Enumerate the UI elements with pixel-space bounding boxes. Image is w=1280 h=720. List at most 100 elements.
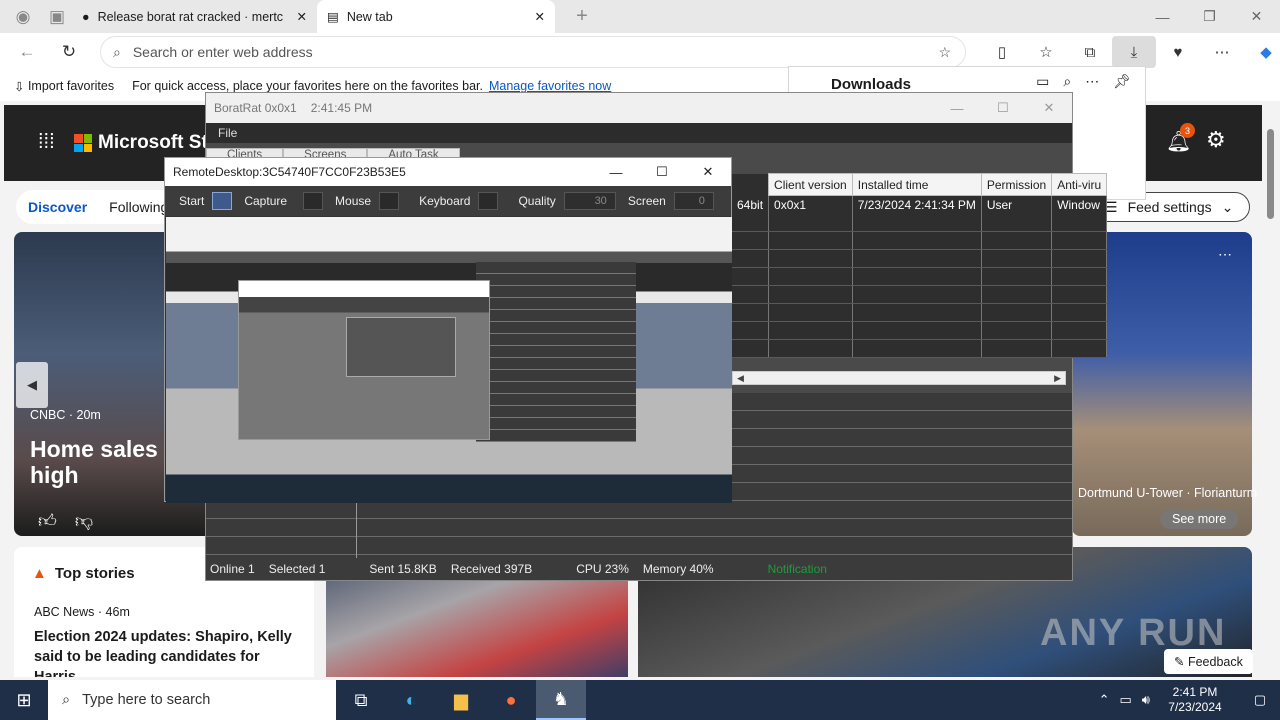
page-scrollbar[interactable] [1262,101,1280,677]
windows-start-icon[interactable]: ⊞ [0,680,48,720]
firefox-icon[interactable]: ● [486,680,536,720]
table-row [732,213,1108,232]
open-folder-icon[interactable]: ▭ [1036,73,1049,90]
import-favorites-link[interactable]: Import favorites [28,79,114,93]
top-stories-heading: ▲ Top stories [32,565,135,582]
cell-permission: User [981,195,1053,214]
address-input[interactable]: ⌕ Search or enter web address ☆ [100,36,966,68]
capture-toggle[interactable] [303,192,324,210]
tab-new-tab[interactable]: ▤ New tab ✕ [317,0,555,33]
more-options-icon[interactable]: ⋯ [1218,246,1232,263]
rd-title: RemoteDesktop:3C54740F7CC0F23B53E5 [173,165,406,179]
see-more-button[interactable]: See more [1160,509,1239,529]
taskbar-search[interactable]: ⌕ Type here to search [48,680,336,720]
table-row[interactable]: 64bit 0x0x1 7/23/2024 2:41:34 PM User Wi… [732,195,1108,214]
edge-icon[interactable]: ◐ [386,680,436,720]
capture-label: Capture [244,194,288,208]
network-icon[interactable]: ▭ [1120,692,1132,708]
address-placeholder: Search or enter web address [132,44,313,60]
screen-stepper[interactable]: 0 [673,192,714,210]
chevron-down-icon: ⌄ [1221,198,1234,215]
menu-file[interactable]: File [218,126,237,140]
collections-icon[interactable]: ⧉ [1068,44,1112,61]
volume-icon[interactable]: 🔊︎ [1142,692,1150,708]
keyboard-label: Keyboard [419,194,471,208]
col-client-version[interactable]: Client version [768,173,853,196]
apps-launcher-icon[interactable]: ⁞⁞⁞ [38,131,55,154]
clients-table: Client version Installed time Permission… [732,173,1108,358]
notification-center-icon[interactable]: ▢ [1240,692,1280,708]
feedback-icon: ✎ [1174,655,1188,669]
newtab-icon: ▤ [327,10,339,24]
mouse-toggle[interactable] [379,192,400,210]
pin-icon[interactable]: 📌︎ [1113,73,1131,90]
quality-label: Quality [518,194,556,208]
back-button[interactable]: ← [12,37,42,67]
col-prefix[interactable] [732,173,769,196]
favorites-icon[interactable]: ☆ [1024,43,1068,61]
story-title[interactable]: Election 2024 updates: Shapiro, Kelly sa… [34,627,304,677]
carousel-prev-button[interactable]: ◀ [16,362,48,408]
story-source: ABC News · 46m [34,605,130,619]
quality-stepper[interactable]: 30 [563,192,616,210]
system-clock[interactable]: 2:41 PM 7/23/2024 [1160,685,1230,715]
minimize-button[interactable]: — [1139,0,1186,33]
notification-badge: 3 [1180,123,1195,138]
import-icon: ⇩ [14,79,28,94]
cell-installed-time: 7/23/2024 2:41:34 PM [852,195,982,214]
close-button[interactable]: ✕ [685,158,731,186]
tab-discover[interactable]: Discover [28,199,87,215]
tab-github[interactable]: ● Release borat rat cracked · mertc ✕ [72,0,317,33]
favorite-star-icon[interactable]: ☆ [938,44,951,61]
hero-right-caption: Dortmund U-Tower · Florianturm · Museum … [1078,486,1262,500]
settings-gear-icon[interactable]: ⚙ [1206,127,1226,153]
close-button[interactable]: ✕ [1026,93,1072,123]
thumbs-up-icon[interactable]: 👍︎ [38,510,57,532]
refresh-button[interactable]: ↻ [54,37,84,67]
file-explorer-icon[interactable]: ▆ [436,680,486,720]
more-menu-icon[interactable]: ⋯ [1200,43,1244,61]
thumbs-down-icon[interactable]: 👎︎ [75,510,93,532]
start-toggle[interactable] [212,192,233,210]
table-row [732,321,1108,340]
minimize-button[interactable]: — [593,158,639,186]
tab-title: Release borat rat cracked · mertc [97,9,284,24]
col-permission[interactable]: Permission [980,173,1053,196]
remote-screen-view[interactable] [166,217,732,503]
rat-menubar: File [206,123,1072,143]
chevron-up-icon[interactable]: ⌃ [1099,692,1110,708]
tab-following[interactable]: Following [109,199,168,215]
cell-os: 64bit [732,195,770,214]
close-window-button[interactable]: ✕ [1233,0,1280,33]
copilot-icon[interactable]: ◆ [1244,43,1280,61]
favorites-hint: For quick access, place your favorites h… [132,79,483,93]
profile-icon[interactable]: ◉ [8,2,38,32]
minimize-button[interactable]: — [934,93,980,123]
task-view-icon[interactable]: ⧉ [336,680,386,720]
scroll-left-icon[interactable]: ◀ [737,373,744,384]
horizontal-scrollbar[interactable]: ◀ ▶ [732,371,1066,385]
split-screen-icon[interactable]: ▯ [980,43,1024,61]
status-received: Received 397B [450,562,533,576]
close-tab-icon[interactable]: ✕ [297,9,307,24]
maximize-button[interactable]: ☐ [639,158,685,186]
manage-favorites-link[interactable]: Manage favorites now [489,79,611,93]
table-row [732,285,1108,304]
new-tab-button[interactable]: + [567,2,597,32]
tab-actions-icon[interactable]: ▣ [42,2,72,32]
status-online: Online 1 [210,562,255,576]
rat-time: 2:41:45 PM [310,101,373,115]
extensions-icon[interactable]: ♥ [1156,44,1200,61]
search-downloads-icon[interactable]: ⌕ [1063,73,1071,90]
downloads-icon[interactable]: ⤓ [1112,36,1156,68]
col-antivirus[interactable]: Anti-viru [1051,173,1108,196]
maximize-button[interactable]: ☐ [980,93,1026,123]
status-notification[interactable]: Notification [768,562,827,576]
col-installed-time[interactable]: Installed time [851,173,982,196]
more-options-icon[interactable]: ⋯ [1085,73,1099,90]
scroll-right-icon[interactable]: ▶ [1054,373,1061,384]
restore-button[interactable]: ❐ [1186,0,1233,33]
close-tab-icon[interactable]: ✕ [535,9,545,24]
boratrat-taskbar-icon[interactable]: ♞ [536,680,586,720]
keyboard-toggle[interactable] [478,192,499,210]
